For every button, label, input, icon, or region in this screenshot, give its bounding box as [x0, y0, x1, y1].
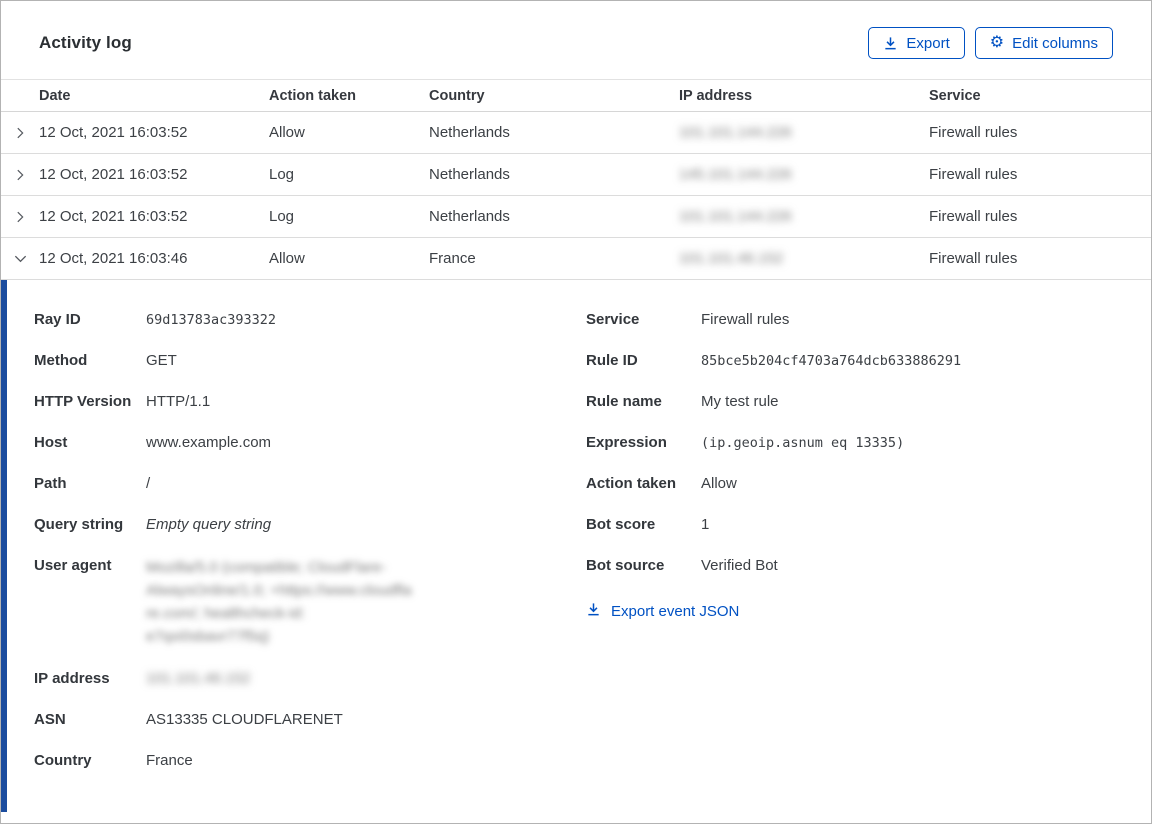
column-header-ip-address: IP address [679, 87, 753, 104]
expand-chevron-right-icon[interactable] [1, 196, 39, 237]
cell-action-taken: Allow [269, 250, 305, 267]
query-string-value: Empty query string [146, 516, 272, 533]
detail-field-user-agent: User agent Mozilla/5.0 (compatible; Clou… [34, 556, 586, 648]
cell-ip-redacted: 101.101.144.226 [679, 124, 792, 141]
table-row[interactable]: 12 Oct, 2021 16:03:52 Log Netherlands 14… [1, 154, 1151, 196]
bot-score-value: 1 [701, 516, 710, 533]
cell-ip-redacted: 101.101.46.152 [679, 250, 784, 267]
cell-service: Firewall rules [929, 166, 1018, 183]
export-event-json-label: Export event JSON [611, 603, 740, 620]
detail-field-ip-address: IP address 101.101.46.152 [34, 670, 251, 687]
table-header: Date Action taken Country IP address Ser… [1, 79, 1151, 112]
cell-country: Netherlands [429, 166, 510, 183]
download-icon [586, 602, 601, 621]
expression-value: (ip.geoip.asnum eq 13335) [701, 435, 905, 451]
table-row[interactable]: 12 Oct, 2021 16:03:52 Allow Netherlands … [1, 112, 1151, 154]
toolbar: Export ⚙ Edit columns [868, 27, 1113, 59]
edit-columns-button[interactable]: ⚙ Edit columns [974, 27, 1113, 59]
export-button[interactable]: Export [868, 27, 965, 59]
path-value: / [146, 475, 151, 492]
country-value: France [146, 752, 193, 769]
detail-field-ray-id: Ray ID 69d13783ac393322 [34, 311, 277, 328]
cell-country: Netherlands [429, 208, 510, 225]
host-value: www.example.com [146, 434, 272, 451]
column-header-service: Service [929, 87, 981, 104]
table-row[interactable]: 12 Oct, 2021 16:03:52 Log Netherlands 10… [1, 196, 1151, 238]
column-header-date: Date [39, 87, 71, 104]
cell-service: Firewall rules [929, 124, 1018, 141]
asn-value: AS13335 CLOUDFLARENET [146, 711, 343, 728]
detail-field-host: Host www.example.com [34, 434, 272, 451]
detail-field-rule-id: Rule ID 85bce5b204cf4703a764dcb633886291 [586, 352, 962, 369]
export-event-json-link[interactable]: Export event JSON [586, 602, 739, 621]
expand-chevron-right-icon[interactable] [1, 154, 39, 195]
ip-address-value-redacted: 101.101.46.152 [146, 670, 251, 687]
cell-ip-redacted: 101.101.144.226 [679, 208, 792, 225]
column-header-country: Country [429, 87, 485, 104]
detail-field-service: Service Firewall rules [586, 311, 790, 328]
cell-service: Firewall rules [929, 250, 1018, 267]
detail-left-column: Ray ID 69d13783ac393322 Method GET HTTP … [34, 310, 586, 792]
detail-right-column: Service Firewall rules Rule ID 85bce5b20… [586, 310, 1111, 792]
detail-field-http-version: HTTP Version HTTP/1.1 [34, 393, 211, 410]
user-agent-value-redacted: Mozilla/5.0 (compatible; CloudFlare- Alw… [146, 559, 412, 645]
table-row-expanded[interactable]: 12 Oct, 2021 16:03:46 Allow France 101.1… [1, 238, 1151, 280]
rule-name-value: My test rule [701, 393, 779, 410]
detail-field-country: Country France [34, 752, 193, 769]
cell-action-taken: Log [269, 208, 295, 225]
cell-date: 12 Oct, 2021 16:03:52 [39, 166, 188, 183]
detail-field-bot-source: Bot source Verified Bot [586, 557, 778, 574]
cell-date: 12 Oct, 2021 16:03:52 [39, 208, 188, 225]
cell-action-taken: Log [269, 166, 295, 183]
method-value: GET [146, 352, 177, 369]
cell-service: Firewall rules [929, 208, 1018, 225]
page-title: Activity log [39, 33, 132, 52]
ray-id-value: 69d13783ac393322 [146, 312, 277, 328]
action-taken-value: Allow [701, 475, 737, 492]
bot-source-value: Verified Bot [701, 557, 778, 574]
cell-country: France [429, 250, 476, 267]
detail-field-bot-score: Bot score 1 [586, 516, 710, 533]
cell-action-taken: Allow [269, 124, 305, 141]
edit-columns-button-label: Edit columns [1012, 34, 1098, 52]
column-header-action-taken: Action taken [269, 87, 357, 104]
detail-field-rule-name: Rule name My test rule [586, 393, 779, 410]
detail-field-query-string: Query string Empty query string [34, 516, 272, 533]
http-version-value: HTTP/1.1 [146, 393, 211, 410]
cell-country: Netherlands [429, 124, 510, 141]
expand-chevron-right-icon[interactable] [1, 112, 39, 153]
cell-date: 12 Oct, 2021 16:03:52 [39, 124, 188, 141]
detail-field-action-taken: Action taken Allow [586, 475, 737, 492]
header: Activity log Export ⚙ Edit columns [1, 1, 1151, 79]
detail-field-method: Method GET [34, 352, 177, 369]
detail-field-expression: Expression (ip.geoip.asnum eq 13335) [586, 434, 905, 451]
export-button-label: Export [906, 34, 950, 52]
rule-id-value: 85bce5b204cf4703a764dcb633886291 [701, 353, 962, 369]
gear-icon: ⚙ [989, 34, 1005, 51]
event-detail-panel: Ray ID 69d13783ac393322 Method GET HTTP … [1, 280, 1151, 812]
cell-date: 12 Oct, 2021 16:03:46 [39, 250, 188, 267]
cell-ip-redacted: 145.101.144.226 [679, 166, 792, 183]
download-icon [883, 36, 898, 51]
activity-log-page: Activity log Export ⚙ Edit columns Date … [0, 0, 1152, 824]
detail-field-path: Path / [34, 475, 151, 492]
collapse-chevron-down-icon[interactable] [1, 238, 39, 279]
service-value: Firewall rules [701, 311, 790, 328]
detail-field-asn: ASN AS13335 CLOUDFLARENET [34, 711, 343, 728]
